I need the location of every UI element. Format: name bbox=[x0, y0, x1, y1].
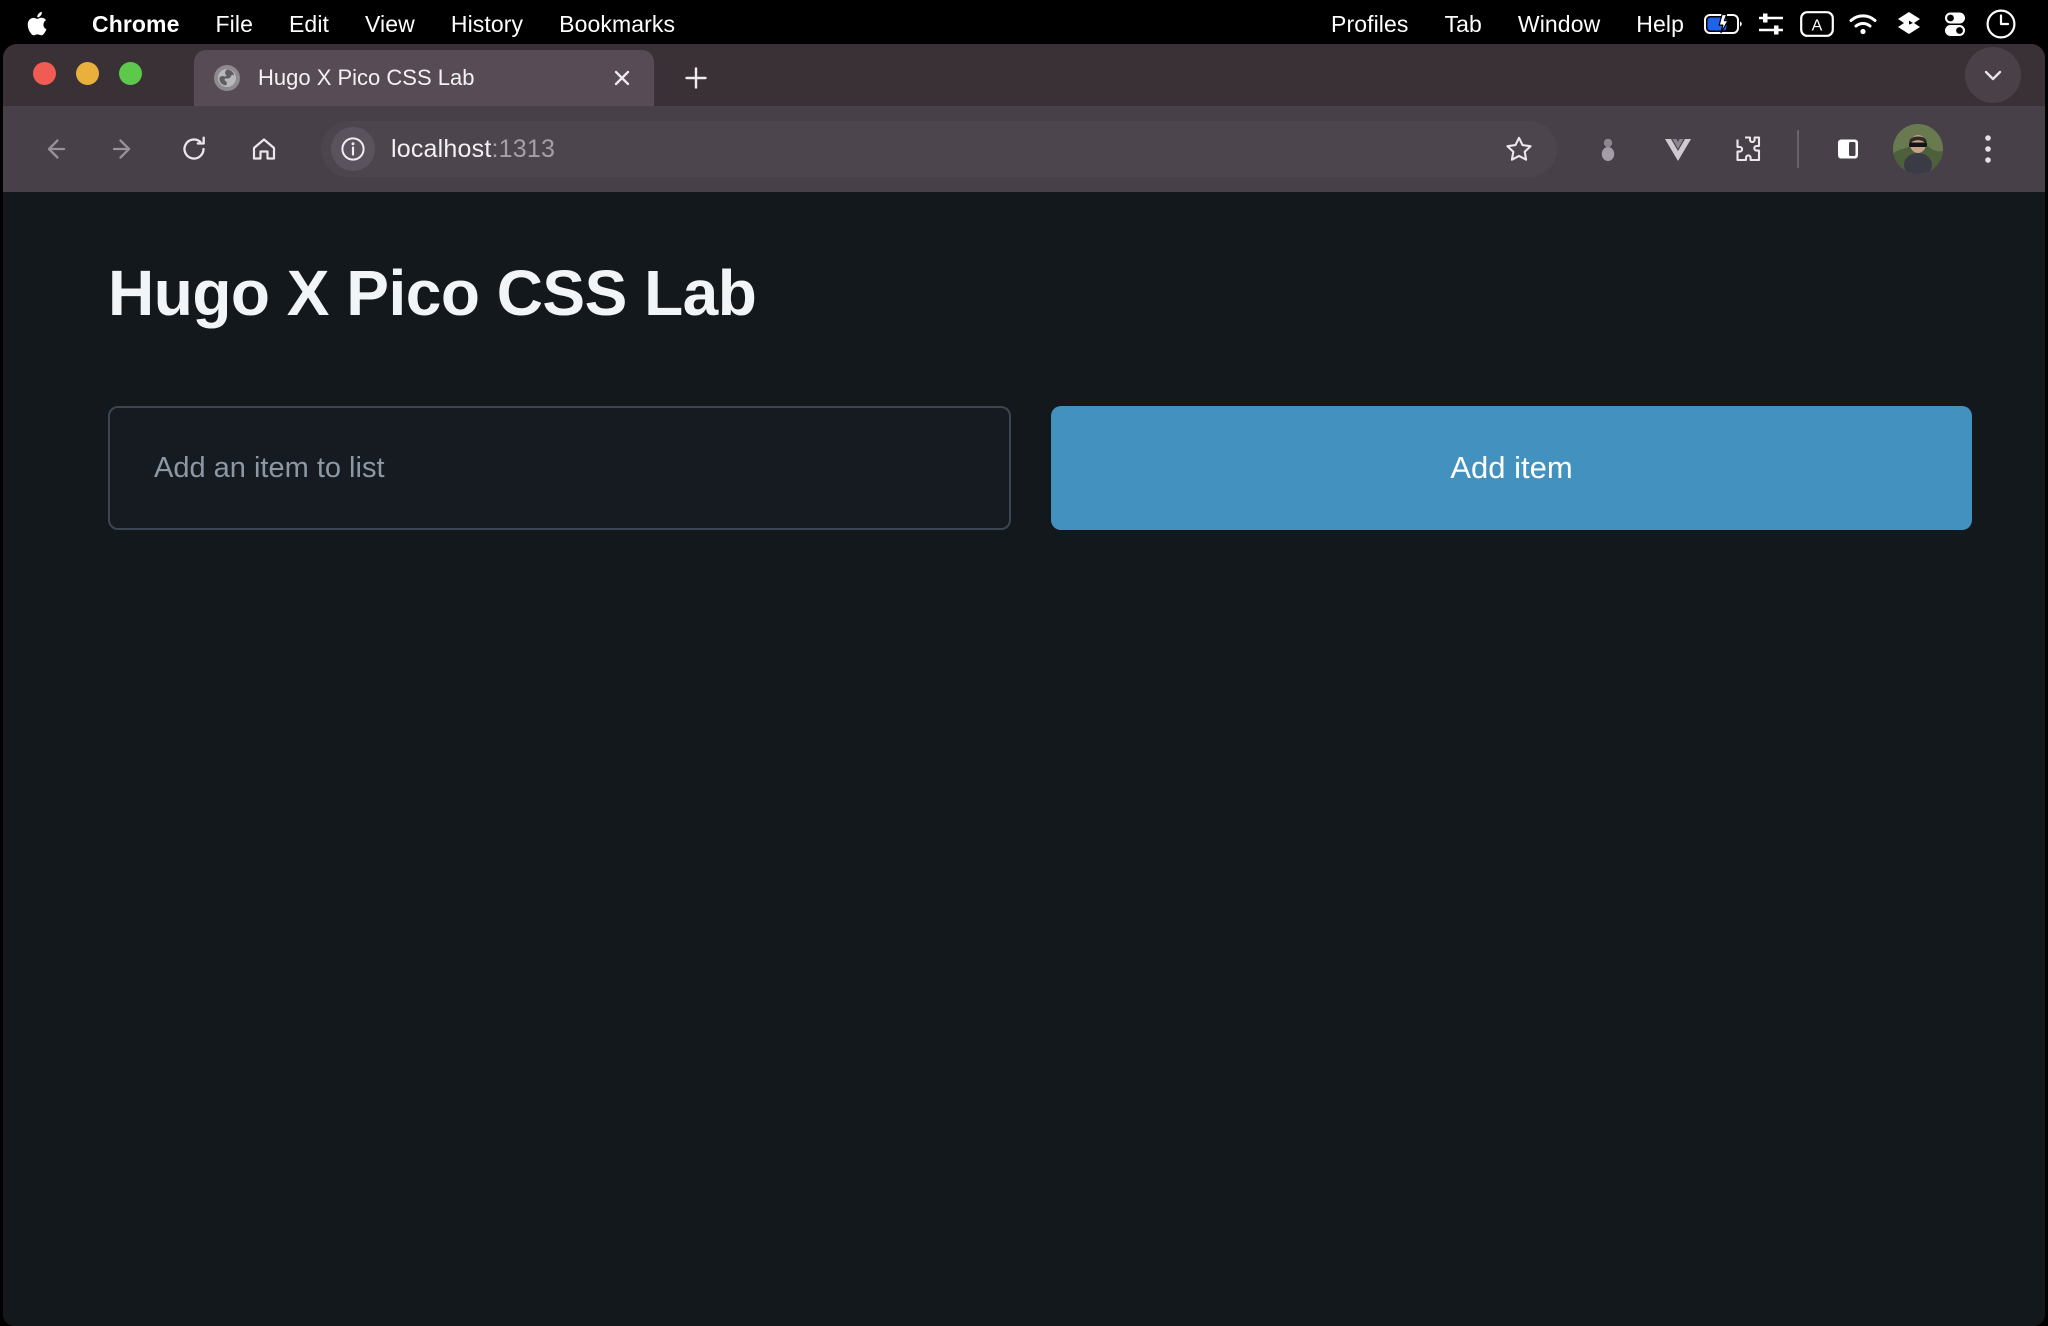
apple-logo-icon[interactable] bbox=[22, 5, 56, 43]
close-tab-icon[interactable] bbox=[604, 60, 640, 96]
battery-charging-icon[interactable] bbox=[1702, 4, 1748, 44]
wifi-icon[interactable] bbox=[1840, 4, 1886, 44]
three-dot-menu-icon[interactable] bbox=[1959, 120, 2017, 178]
tab-strip: Hugo X Pico CSS Lab bbox=[3, 44, 2045, 106]
menu-bar-right: Profiles Tab Window Help A bbox=[1313, 4, 2030, 44]
menu-item-bookmarks[interactable]: Bookmarks bbox=[541, 11, 693, 38]
minimize-window-button[interactable] bbox=[76, 61, 99, 85]
new-tab-button[interactable] bbox=[670, 52, 722, 104]
page-title: Hugo X Pico CSS Lab bbox=[108, 257, 757, 329]
menu-item-window[interactable]: Window bbox=[1500, 11, 1618, 38]
input-source-a-icon[interactable]: A bbox=[1794, 4, 1840, 44]
macos-menu-bar: Chrome File Edit View History Bookmarks … bbox=[0, 0, 2048, 48]
clock-icon[interactable] bbox=[1978, 4, 2024, 44]
address-bar[interactable]: localhost:1313 bbox=[321, 121, 1557, 177]
add-item-button[interactable]: Add item bbox=[1051, 406, 1972, 530]
menu-item-file[interactable]: File bbox=[198, 11, 271, 38]
menu-item-edit[interactable]: Edit bbox=[271, 11, 347, 38]
chevron-down-icon[interactable] bbox=[1965, 47, 2021, 103]
menu-item-view[interactable]: View bbox=[347, 11, 433, 38]
tab-title: Hugo X Pico CSS Lab bbox=[258, 65, 475, 90]
side-panel-icon[interactable] bbox=[1819, 120, 1877, 178]
vue-devtools-icon[interactable] bbox=[1649, 120, 1707, 178]
back-arrow-icon[interactable] bbox=[25, 120, 83, 178]
globe-icon bbox=[214, 65, 240, 91]
add-item-form: Add item bbox=[3, 406, 2045, 530]
toolbar-divider bbox=[1797, 130, 1799, 168]
menu-item-profiles[interactable]: Profiles bbox=[1313, 11, 1427, 38]
star-icon[interactable] bbox=[1493, 123, 1545, 175]
menu-item-chrome[interactable]: Chrome bbox=[74, 11, 198, 38]
dropbox-icon[interactable] bbox=[1886, 4, 1932, 44]
window-controls bbox=[33, 44, 142, 106]
add-item-input[interactable] bbox=[108, 406, 1011, 530]
menu-item-tab[interactable]: Tab bbox=[1427, 11, 1500, 38]
menu-bar-left: Chrome File Edit View History Bookmarks bbox=[22, 5, 693, 43]
browser-tab-active[interactable]: Hugo X Pico CSS Lab bbox=[194, 50, 654, 106]
info-circle-icon[interactable] bbox=[331, 127, 375, 171]
control-center-icon[interactable] bbox=[1932, 4, 1978, 44]
tab-strip-right bbox=[1965, 44, 2045, 106]
menu-item-history[interactable]: History bbox=[433, 11, 541, 38]
svg-text:A: A bbox=[1812, 18, 1823, 35]
puzzle-extension-icon[interactable] bbox=[1719, 120, 1777, 178]
menu-item-help[interactable]: Help bbox=[1618, 11, 1702, 38]
avatar[interactable] bbox=[1893, 124, 1943, 174]
reload-icon[interactable] bbox=[165, 120, 223, 178]
url-host: localhost bbox=[391, 134, 492, 163]
home-icon[interactable] bbox=[235, 120, 293, 178]
sliders-icon[interactable] bbox=[1748, 4, 1794, 44]
maximize-window-button[interactable] bbox=[119, 61, 142, 85]
browser-toolbar: localhost:1313 bbox=[3, 106, 2045, 192]
forward-arrow-icon[interactable] bbox=[95, 120, 153, 178]
chrome-browser-window: Hugo X Pico CSS Lab localhost:1313 Hugo … bbox=[3, 44, 2045, 1326]
page-viewport: Hugo X Pico CSS Lab Add item bbox=[3, 192, 2045, 1326]
close-window-button[interactable] bbox=[33, 61, 56, 85]
url-port: :1313 bbox=[491, 134, 556, 163]
password-extension-icon[interactable] bbox=[1579, 120, 1637, 178]
address-bar-url: localhost:1313 bbox=[391, 135, 1493, 164]
